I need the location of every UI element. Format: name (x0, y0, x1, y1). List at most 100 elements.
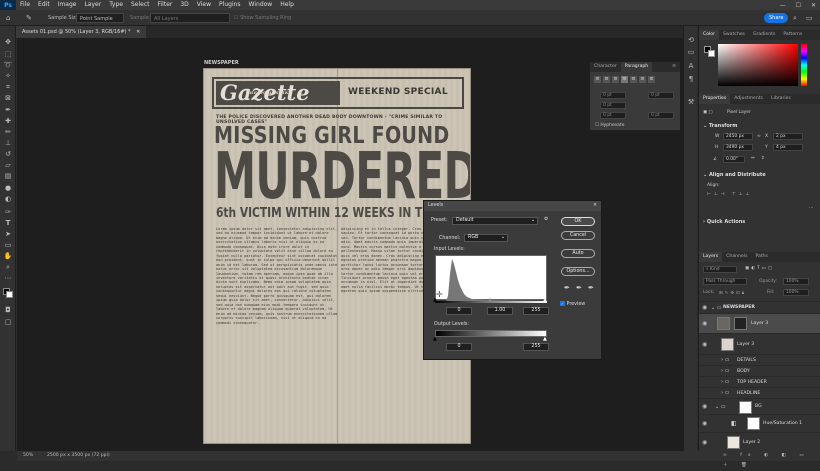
align-heading[interactable]: ⌄ Align and Distribute (703, 172, 766, 178)
eyedropper-tool-icon[interactable]: ✎ (26, 13, 32, 23)
background-color-swatch[interactable] (6, 291, 13, 298)
move-icon[interactable]: ✥ (3, 38, 13, 46)
kind-filter[interactable]: ⌕ Kind (703, 266, 737, 273)
document-tab[interactable]: Assets 01.psd @ 50% (Layer 3, RGB/16#) *… (16, 26, 147, 38)
gradient-icon[interactable]: ▤ (3, 172, 13, 180)
close-icon[interactable]: ✕ (811, 2, 816, 9)
comments-icon[interactable]: ▭ (687, 48, 695, 56)
tab-paths[interactable]: Paths (751, 252, 772, 262)
preset-options-icon[interactable]: ⚙ (544, 217, 548, 222)
color-picker-field[interactable] (718, 44, 798, 86)
maximize-icon[interactable]: ☐ (796, 2, 801, 9)
layer-row[interactable]: ◉ Layer 3 (699, 333, 820, 354)
indent-right-field[interactable]: 0 pt (648, 92, 674, 99)
input-gamma-slider[interactable]: ▲ (488, 297, 492, 303)
share-button[interactable]: Share (764, 13, 789, 23)
layer-row[interactable]: › ▭ HEADLINE (699, 387, 820, 398)
align-center-icon[interactable]: ≡ (603, 76, 610, 83)
space-after-field[interactable]: 0 pt (648, 112, 674, 119)
levels-close-icon[interactable]: ✕ (593, 203, 597, 208)
eyedropper-icon[interactable]: ✒ (3, 106, 13, 114)
output-white-field[interactable]: 255 (523, 343, 549, 351)
fill-field[interactable]: 100% (783, 289, 809, 296)
folder-open-icon[interactable]: ⌄ ▭ (715, 399, 726, 415)
align-left-icon[interactable]: ≡ (594, 76, 601, 83)
sample-size-select[interactable]: Point Sample (76, 13, 124, 23)
blur-icon[interactable]: ● (3, 184, 13, 192)
angle-field[interactable]: 0.00° (723, 156, 745, 163)
crop-icon[interactable]: ⌗ (3, 83, 13, 91)
menu-help[interactable]: Help (276, 0, 298, 10)
blend-mode-select[interactable]: Pass Through (703, 278, 747, 285)
layer-row[interactable]: ◉ ⌄ ▭ BG (699, 398, 820, 414)
show-ring-checkbox[interactable]: ☐ Show Sampling Ring (234, 13, 291, 23)
frame-icon[interactable]: ⊠ (3, 94, 13, 102)
output-white-slider[interactable]: ▲ (543, 336, 547, 342)
visibility-eye-icon[interactable]: ◉ (702, 415, 707, 433)
height-field[interactable]: 3490 px (723, 144, 753, 151)
menu-type[interactable]: Type (105, 0, 127, 10)
white-point-eyedropper-icon[interactable]: ✒ (588, 284, 594, 292)
magic-wand-icon[interactable]: ✧ (3, 72, 13, 80)
transform-heading[interactable]: ⌄ Transform (703, 123, 737, 129)
dodge-icon[interactable]: ◐ (3, 195, 13, 203)
menu-edit[interactable]: Edit (34, 0, 54, 10)
brush-icon[interactable]: ✏ (3, 128, 13, 136)
preset-select[interactable]: Default ⌄ (452, 217, 538, 225)
layer-row-selected[interactable]: ◉ Layer 3 (699, 313, 820, 333)
properties-icon[interactable]: ⚒ (687, 98, 695, 106)
pen-icon[interactable]: ✑ (3, 208, 13, 216)
link-icon[interactable]: ∞ (757, 134, 761, 139)
tab-gradients[interactable]: Gradients (749, 30, 779, 40)
flip-vertical-icon[interactable]: ⇕ (761, 156, 765, 161)
artboard-label[interactable]: NEWSPAPER (204, 60, 239, 66)
opacity-field[interactable]: 100% (783, 278, 809, 285)
tab-character[interactable]: Character (590, 62, 621, 72)
tab-patterns[interactable]: Patterns (779, 30, 806, 40)
hue-slider[interactable] (801, 44, 807, 86)
output-black-slider[interactable]: ▲ (433, 336, 437, 342)
history-icon[interactable]: ⟲ (687, 36, 695, 44)
more-tools-icon[interactable]: ⋯ (3, 274, 13, 282)
menu-plugins[interactable]: Plugins (215, 0, 245, 10)
menu-view[interactable]: View (193, 0, 215, 10)
home-icon[interactable]: ⌂ (6, 13, 10, 23)
layer-row[interactable]: › ▭ TOP HEADER (699, 376, 820, 387)
flip-horizontal-icon[interactable]: ⇔ (751, 156, 755, 161)
close-tab-icon[interactable]: ✕ (136, 29, 140, 35)
layer-row[interactable]: ◉ ⌄ ▭ NEWSPAPER (699, 301, 820, 313)
menu-filter[interactable]: Filter (154, 0, 177, 10)
layer-row[interactable]: ◉ Layer 2 (699, 432, 820, 451)
lock-icons[interactable]: ⊞✎✥⊡🔒︎ (719, 290, 746, 296)
y-field[interactable]: 4 px (773, 144, 803, 151)
options-button[interactable]: Options... (561, 267, 595, 276)
menu-image[interactable]: Image (54, 0, 81, 10)
menu-layer[interactable]: Layer (80, 0, 105, 10)
visibility-eye-icon[interactable]: ◉ (702, 399, 707, 415)
workspace-icon[interactable]: ▭ (806, 13, 813, 23)
justify-center-icon[interactable]: ≡ (630, 76, 637, 83)
panel-menu-icon[interactable]: ≡ (668, 62, 680, 72)
output-black-field[interactable]: 0 (446, 343, 472, 351)
menu-file[interactable]: File (16, 0, 34, 10)
menu-window[interactable]: Window (245, 0, 277, 10)
black-point-eyedropper-icon[interactable]: ✒ (564, 284, 570, 292)
minimize-icon[interactable]: — (780, 2, 786, 9)
gray-point-eyedropper-icon[interactable]: ✒ (576, 284, 582, 292)
more-options-icon[interactable]: ⋯ (809, 206, 813, 211)
tab-swatches[interactable]: Swatches (719, 30, 749, 40)
levels-title-bar[interactable]: Levels ✕ (424, 201, 601, 211)
quick-actions-heading[interactable]: › Quick Actions (703, 219, 745, 225)
hyphenate-checkbox[interactable]: ☐ Hyphenate (595, 123, 624, 128)
layer-row[interactable]: › ▭ BODY (699, 365, 820, 376)
preview-checkbox[interactable]: ✓ Preview (560, 301, 585, 307)
layer-filter-icons[interactable]: ▣◐T▭▢ (745, 266, 774, 271)
character-panel-icon[interactable]: A (687, 62, 695, 70)
tab-channels[interactable]: Channels (722, 252, 751, 262)
type-icon[interactable]: T (3, 219, 13, 227)
search-icon[interactable]: ⌕ (793, 13, 797, 23)
tab-layers[interactable]: Layers (699, 252, 723, 262)
justify-all-icon[interactable]: ≡ (648, 76, 655, 83)
visibility-eye-icon[interactable]: ◉ (702, 433, 707, 452)
tab-color[interactable]: Color (699, 30, 719, 40)
